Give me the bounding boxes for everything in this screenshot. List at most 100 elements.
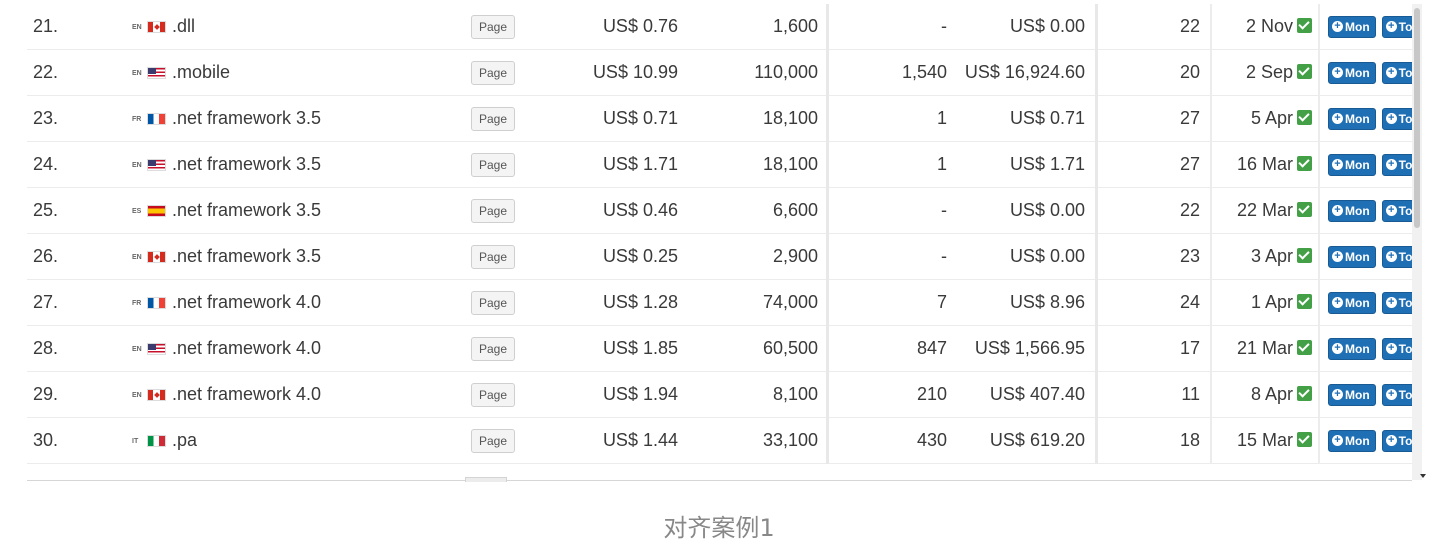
page-button[interactable]: Page — [471, 428, 516, 453]
monitor-button[interactable]: + Mon — [1328, 292, 1376, 314]
traffic-cost: US$ 0.00 — [957, 4, 1098, 50]
plus-circle-icon: + — [1332, 21, 1343, 33]
ranking-position: 20 — [1096, 49, 1212, 96]
traffic-value: 847 — [827, 325, 957, 372]
row-number: 24. — [27, 141, 93, 188]
table-row: 28. EN .net framework 4.0 Page US$ 1.85 … — [27, 325, 1412, 372]
date-cell: 15 Mar — [1211, 417, 1320, 464]
page-cell: Page — [468, 141, 568, 188]
top10-button[interactable]: +Top 10 — [1381, 62, 1412, 84]
keyword: .net framework 3.5 — [171, 95, 468, 142]
checkmark-icon — [1297, 17, 1312, 33]
vertical-scrollbar[interactable] — [1412, 4, 1422, 480]
page-cell: Page — [468, 233, 568, 280]
plus-circle-icon: + — [1332, 389, 1343, 401]
keyword: .net framework 4.0 — [171, 279, 468, 326]
monitor-button[interactable]: + Mon — [1328, 62, 1376, 84]
checkmark-icon — [1297, 201, 1312, 217]
monitor-button[interactable]: + Mon — [1328, 108, 1376, 130]
monitor-button[interactable]: + Mon — [1328, 338, 1376, 360]
cpc-value: US$ 0.46 — [568, 187, 678, 234]
page-button[interactable]: Page — [471, 382, 516, 407]
top10-button[interactable]: +Top 10 — [1381, 246, 1412, 268]
plus-circle-icon: + — [1385, 389, 1397, 401]
scroll-down-arrow-icon[interactable] — [1420, 474, 1426, 478]
page-button[interactable]: Page — [471, 336, 516, 361]
row-number: 28. — [27, 325, 93, 372]
keyword: .dll — [171, 4, 468, 50]
top10-button[interactable]: +Top 10 — [1381, 430, 1412, 452]
monitor-button[interactable]: + Mon — [1328, 16, 1376, 38]
actions-cell: +Mon +Top 10 — [1319, 417, 1412, 464]
traffic-value: 1 — [827, 95, 957, 142]
figure-caption: 对齐案例1 — [663, 514, 775, 542]
language-code: EN — [132, 345, 142, 353]
traffic-value: 1 — [827, 141, 957, 188]
page-cell: Page — [468, 4, 568, 50]
page-button[interactable]: Page — [471, 60, 516, 85]
cpc-value: US$ 1.94 — [568, 371, 678, 418]
page-button[interactable]: Page — [471, 244, 516, 269]
top10-button[interactable]: +Top 10 — [1381, 292, 1412, 314]
language-code: IT — [132, 437, 139, 445]
traffic-cost: US$ 1,566.95 — [957, 325, 1098, 372]
monitor-button[interactable]: + Mon — [1328, 384, 1376, 406]
country-flag-icon — [147, 21, 166, 34]
search-volume: 60,500 — [678, 325, 829, 372]
page-button[interactable]: Page — [471, 106, 516, 131]
search-volume: 18,100 — [678, 141, 829, 188]
date-text: 16 Mar — [1236, 154, 1293, 174]
monitor-button[interactable]: + Mon — [1328, 246, 1376, 268]
traffic-value: - — [827, 187, 957, 234]
language-cell: EN — [93, 233, 171, 280]
page-cell: Page — [468, 325, 568, 372]
top10-button-label: Top 10 — [1398, 342, 1412, 356]
language-cell: IT — [93, 417, 171, 464]
cpc-value: US$ 1.85 — [568, 325, 678, 372]
actions-cell: +Mon +Top 10 — [1319, 49, 1412, 96]
country-flag-icon — [147, 251, 166, 264]
monitor-button[interactable]: + Mon — [1328, 154, 1376, 176]
monitor-button-label: Mon — [1345, 158, 1370, 172]
keyword: .net framework 3.5 — [171, 187, 468, 234]
page-cell: Page — [468, 95, 568, 142]
monitor-button-label: Mon — [1345, 342, 1370, 356]
language-code: ES — [132, 207, 142, 215]
page-button[interactable]: Page — [471, 290, 516, 315]
search-volume: 33,100 — [678, 417, 829, 464]
search-volume: 18,100 — [678, 95, 829, 142]
top10-button[interactable]: +Top 10 — [1381, 384, 1412, 406]
search-volume: 74,000 — [678, 279, 829, 326]
monitor-button[interactable]: + Mon — [1328, 430, 1376, 452]
traffic-cost: US$ 1.71 — [957, 141, 1098, 188]
top10-button[interactable]: +Top 10 — [1381, 200, 1412, 222]
country-flag-icon — [147, 113, 166, 126]
monitor-button-label: Mon — [1345, 20, 1370, 34]
top10-button[interactable]: +Top 10 — [1381, 154, 1412, 176]
top10-button[interactable]: +Top 10 — [1381, 338, 1412, 360]
date-text: 8 Apr — [1250, 384, 1293, 404]
top10-button[interactable]: +Top 10 — [1381, 108, 1412, 130]
ranking-position: 23 — [1096, 233, 1212, 280]
date-text: 1 Apr — [1250, 292, 1293, 312]
date-text: 15 Mar — [1236, 430, 1293, 450]
ranking-position: 18 — [1096, 417, 1212, 464]
search-volume: 6,600 — [678, 187, 829, 234]
top10-button[interactable]: +Top 10 — [1381, 16, 1412, 38]
language-code: EN — [132, 23, 142, 31]
actions-cell: +Mon +Top 10 — [1319, 325, 1412, 372]
row-number: 27. — [27, 279, 93, 326]
page-button[interactable]: Page — [471, 152, 516, 177]
table-row: 27. FR .net framework 4.0 Page US$ 1.28 … — [27, 279, 1412, 326]
scrollbar-thumb[interactable] — [1414, 8, 1420, 228]
ranking-position: 17 — [1096, 325, 1212, 372]
monitor-button-label: Mon — [1345, 296, 1370, 310]
page-button[interactable]: Page — [471, 14, 516, 39]
top10-button-label: Top 10 — [1398, 296, 1412, 310]
monitor-button[interactable]: + Mon — [1328, 200, 1376, 222]
page-button[interactable]: Page — [471, 198, 516, 223]
cpc-value: US$ 1.71 — [568, 141, 678, 188]
table-row: 26. EN .net framework 3.5 Page US$ 0.25 … — [27, 233, 1412, 280]
language-cell: EN — [93, 371, 171, 418]
monitor-button-label: Mon — [1345, 112, 1370, 126]
